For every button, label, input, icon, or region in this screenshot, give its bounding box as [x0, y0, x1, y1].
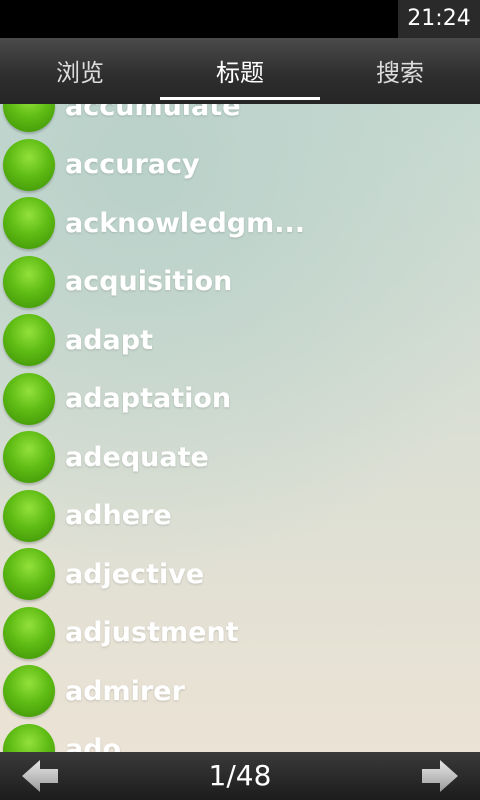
list-item-label: adapt	[65, 324, 154, 356]
green-dot-icon	[3, 489, 55, 542]
green-dot-icon	[3, 314, 55, 367]
list-item-label: accumulate	[65, 104, 241, 122]
list-item-label: adaptation	[65, 383, 232, 415]
word-list: accumulate accuracy acknowledgm... acqui…	[0, 104, 480, 752]
green-dot-icon	[3, 431, 55, 484]
list-item[interactable]: acknowledgm...	[0, 194, 480, 253]
list-item[interactable]: ado	[0, 721, 480, 752]
tab-bar: 浏览 标题 搜索	[0, 38, 480, 104]
green-dot-icon	[3, 723, 55, 752]
green-dot-icon	[3, 372, 55, 425]
list-item-label: acknowledgm...	[65, 207, 306, 239]
list-item-label: acquisition	[65, 266, 233, 298]
list-item[interactable]: accumulate	[0, 104, 480, 136]
list-item-label: adhere	[65, 500, 172, 532]
list-item[interactable]: adhere	[0, 487, 480, 546]
list-item[interactable]: adjustment	[0, 604, 480, 663]
status-bar: 21:24	[0, 0, 480, 38]
list-item-label: admirer	[65, 675, 185, 707]
list-item-label: adjustment	[65, 617, 239, 649]
green-dot-icon	[3, 104, 55, 133]
tab-titles[interactable]: 标题	[160, 38, 320, 104]
green-dot-icon	[3, 548, 55, 601]
green-dot-icon	[3, 606, 55, 659]
green-dot-icon	[3, 138, 55, 191]
status-time: 21:24	[398, 0, 480, 38]
list-item-label: adequate	[65, 441, 209, 473]
list-item-label: ado	[65, 734, 122, 752]
list-item[interactable]: adjective	[0, 545, 480, 604]
arrow-right-icon[interactable]	[420, 758, 460, 794]
pager-bar: 1/48	[0, 752, 480, 800]
list-item[interactable]: accuracy	[0, 136, 480, 195]
list-item-label: adjective	[65, 558, 205, 590]
tab-browse[interactable]: 浏览	[0, 38, 160, 104]
list-item[interactable]: adapt	[0, 311, 480, 370]
list-item[interactable]: adequate	[0, 428, 480, 487]
page-indicator: 1/48	[208, 759, 272, 792]
green-dot-icon	[3, 665, 55, 718]
list-item[interactable]: admirer	[0, 662, 480, 721]
tab-search[interactable]: 搜索	[320, 38, 480, 104]
list-item[interactable]: acquisition	[0, 253, 480, 312]
green-dot-icon	[3, 255, 55, 308]
list-item-label: accuracy	[65, 149, 200, 181]
word-list-panel[interactable]: accumulate accuracy acknowledgm... acqui…	[0, 104, 480, 752]
green-dot-icon	[3, 197, 55, 250]
list-item[interactable]: adaptation	[0, 370, 480, 429]
